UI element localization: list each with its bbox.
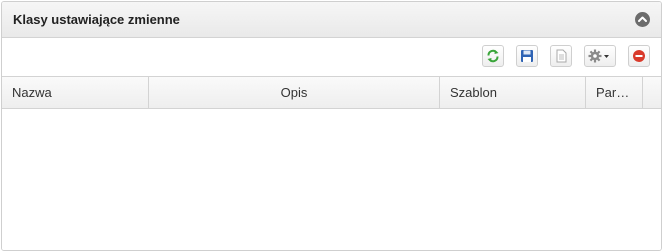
document-icon	[556, 49, 567, 63]
column-header-nazwa[interactable]: Nazwa	[2, 77, 149, 108]
remove-icon	[633, 50, 645, 62]
save-button[interactable]	[516, 45, 538, 67]
remove-button[interactable]	[628, 45, 650, 67]
settings-dropdown-button[interactable]	[584, 45, 616, 67]
toolbar	[2, 38, 661, 77]
column-header-spacer	[643, 77, 661, 108]
refresh-button[interactable]	[482, 45, 504, 67]
panel-title: Klasy ustawiające zmienne	[13, 12, 180, 27]
document-button[interactable]	[550, 45, 572, 67]
save-icon	[521, 50, 533, 62]
grid-header: Nazwa Opis Szablon Par…	[2, 77, 661, 109]
panel-header: Klasy ustawiające zmienne	[2, 2, 661, 38]
variable-classes-panel: Klasy ustawiające zmienne Nazwa Opis Sza…	[1, 1, 662, 251]
column-header-par[interactable]: Par…	[586, 77, 643, 108]
chevron-up-icon	[638, 16, 647, 22]
collapse-button[interactable]	[635, 12, 650, 27]
grid-body[interactable]	[2, 109, 661, 250]
refresh-icon	[487, 49, 499, 63]
gear-dropdown-icon	[588, 49, 609, 63]
column-header-opis[interactable]: Opis	[149, 77, 440, 108]
column-header-szablon[interactable]: Szablon	[440, 77, 586, 108]
